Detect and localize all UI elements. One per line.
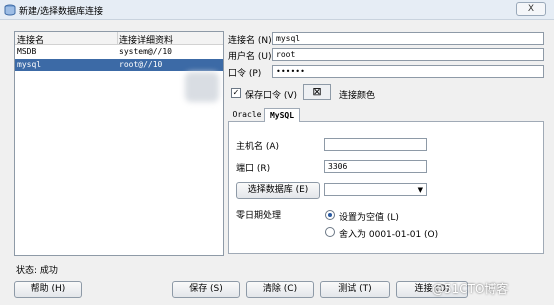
- select-database-button[interactable]: 选择数据库 (E): [236, 182, 320, 199]
- column-header-name[interactable]: 连接名: [17, 33, 44, 46]
- connection-name-label: 连接名 (N): [228, 36, 272, 46]
- save-button[interactable]: 保存 (S): [172, 281, 240, 298]
- host-field[interactable]: [324, 138, 427, 151]
- connection-detail: root@//10: [119, 60, 163, 69]
- color-swatch-icon: ⊠: [312, 85, 322, 98]
- connection-name-field[interactable]: mysql: [272, 32, 544, 45]
- username-field[interactable]: root: [272, 48, 544, 61]
- username-label: 用户名 (U): [228, 52, 272, 62]
- window-title: 新建/选择数据库连接: [19, 7, 104, 17]
- title-bar: 新建/选择数据库连接 X: [0, 0, 554, 20]
- database-icon: [4, 4, 16, 16]
- redacted-area: [185, 72, 219, 102]
- connection-row[interactable]: MSDB system@//10: [15, 46, 223, 58]
- zero-date-label: 零日期处理: [236, 211, 282, 221]
- help-button[interactable]: 帮助 (H): [14, 281, 82, 298]
- clear-button[interactable]: 清除 (C): [246, 281, 314, 298]
- port-field[interactable]: 3306: [324, 160, 427, 173]
- column-header-detail[interactable]: 连接详细资料: [119, 33, 173, 46]
- tab-oracle[interactable]: Oracle: [230, 108, 264, 122]
- close-button[interactable]: X: [516, 2, 546, 16]
- connection-name: mysql: [17, 60, 42, 69]
- connection-list[interactable]: 连接名 连接详细资料 MSDB system@//10 mysql root@/…: [14, 31, 224, 256]
- radio-round-date[interactable]: [325, 227, 335, 237]
- connection-name: MSDB: [17, 47, 37, 56]
- connection-color-button[interactable]: ⊠: [303, 84, 331, 100]
- radio-set-null-label: 设置为空值 (L): [339, 213, 399, 223]
- connection-row-selected[interactable]: mysql root@//10: [15, 59, 223, 71]
- column-divider[interactable]: [117, 32, 118, 45]
- password-field[interactable]: ••••••: [272, 65, 544, 78]
- connection-detail: system@//10: [119, 47, 172, 56]
- status-text: 状态: 成功: [16, 266, 58, 276]
- port-label: 端口 (R): [236, 164, 271, 174]
- connection-list-header: 连接名 连接详细资料: [15, 32, 223, 46]
- radio-round-date-label: 舍入为 0001-01-01 (O): [339, 230, 439, 240]
- connection-color-label: 连接颜色: [339, 91, 376, 101]
- save-password-checkbox[interactable]: ✓: [231, 88, 241, 98]
- radio-set-null[interactable]: [325, 210, 335, 220]
- watermark: @51CTO博客: [432, 282, 509, 296]
- save-password-label: 保存口令 (V): [245, 91, 298, 101]
- password-label: 口令 (P): [228, 69, 262, 79]
- database-select[interactable]: ▼: [324, 183, 427, 196]
- tab-mysql[interactable]: MySQL: [264, 108, 300, 123]
- test-button[interactable]: 测试 (T): [320, 281, 390, 298]
- host-label: 主机名 (A): [236, 142, 280, 152]
- chevron-down-icon: ▼: [417, 186, 423, 194]
